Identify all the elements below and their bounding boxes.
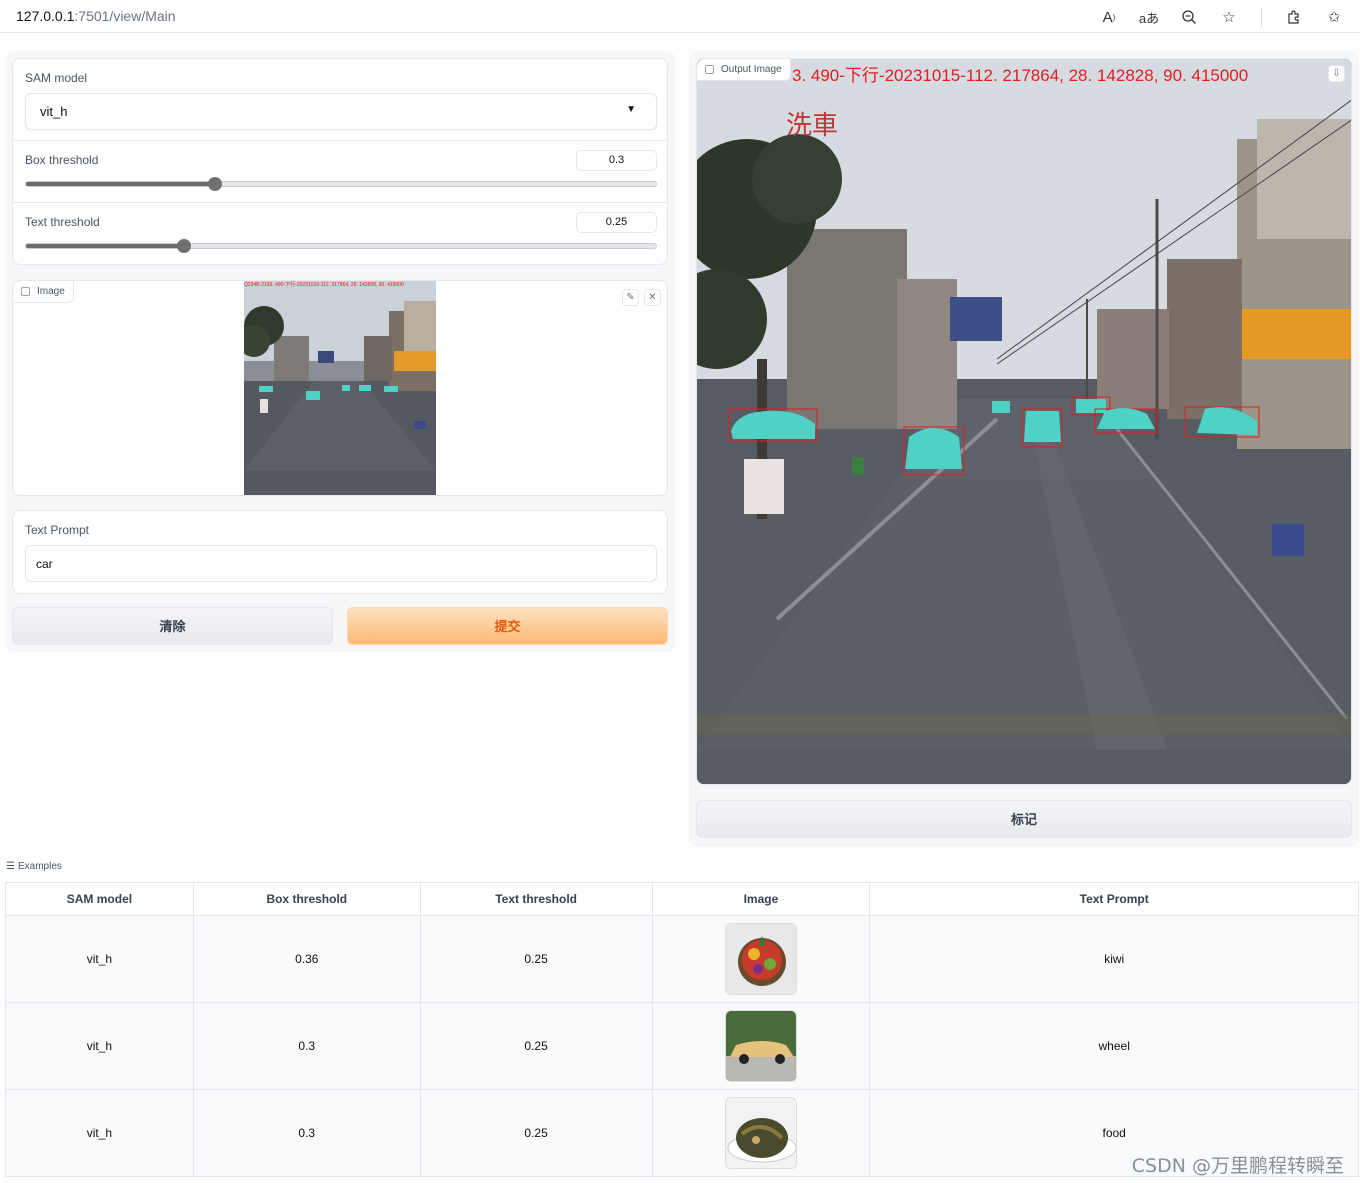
text-threshold-input[interactable]: 0.25 (576, 212, 657, 233)
favorites-icon[interactable]: ✩ (1322, 6, 1346, 28)
output-image-caption: 3. 490-下行-20231015-112. 217864, 28. 1428… (792, 66, 1249, 85)
fruit-plate-thumbnail (724, 923, 797, 995)
sam-model-dropdown[interactable]: vit_h ▼ (25, 93, 657, 130)
box-threshold-handle[interactable] (208, 177, 222, 191)
examples-title: Examples (17, 861, 62, 872)
food-plate-thumbnail (724, 1097, 797, 1169)
address-bar[interactable]: 127.0.0.1:7501/view/Main (16, 8, 176, 24)
toolbar-divider (1261, 7, 1262, 27)
cell-image (651, 1089, 871, 1177)
output-image (697, 59, 1351, 784)
cell-text: 0.25 (419, 1002, 653, 1090)
examples-table: SAM model Box threshold Text threshold I… (5, 882, 1359, 1177)
image-upload-block: Image ✎ ✕ Q234B-2193. 490-下行-20231015-11… (12, 280, 668, 496)
cell-box: 0.36 (192, 915, 421, 1003)
cell-model: vit_h (5, 1089, 194, 1177)
zoom-icon[interactable] (1177, 6, 1201, 28)
model-settings-block: SAM model vit_h ▼ Box threshold 0.3 Text… (12, 58, 668, 265)
cell-prompt: wheel (869, 1002, 1359, 1090)
text-threshold-row: Text threshold 0.25 (13, 202, 667, 264)
edit-icon[interactable]: ✎ (622, 289, 639, 306)
extensions-icon[interactable] (1282, 6, 1306, 28)
close-icon[interactable]: ✕ (644, 289, 661, 306)
box-threshold-label: Box threshold (25, 153, 99, 167)
text-prompt-input[interactable]: car (25, 545, 657, 582)
column-header: Text threshold (419, 882, 653, 916)
text-threshold-handle[interactable] (176, 239, 191, 253)
output-image-frame: 洗車 Output Image 3. 490-下行-20231015-112. … (696, 58, 1352, 785)
read-aloud-icon[interactable]: A) (1097, 6, 1121, 28)
text-threshold-fill (26, 244, 184, 248)
image-icon (21, 287, 30, 296)
list-icon: ☰ (6, 861, 15, 872)
output-image-label-chip: Output Image (697, 59, 791, 81)
translate-icon[interactable]: aあ (1137, 6, 1161, 28)
box-threshold-slider[interactable] (25, 177, 657, 191)
text-threshold-label: Text threshold (25, 215, 100, 229)
output-panel: 洗車 Output Image 3. 490-下行-20231015-112. … (689, 51, 1359, 847)
box-threshold-input[interactable]: 0.3 (576, 150, 657, 171)
browser-toolbar: 127.0.0.1:7501/view/Main A) aあ ☆ ✩ (0, 0, 1360, 33)
cell-model: vit_h (5, 1002, 194, 1090)
cell-text: 0.25 (419, 1089, 653, 1177)
table-row[interactable]: vit_h 0.3 0.25 wheel (5, 1002, 1359, 1090)
watermark-text: CSDN @万里鹏程转瞬至 (1131, 1155, 1344, 1177)
column-header: SAM model (5, 882, 194, 916)
cell-model: vit_h (5, 915, 194, 1003)
table-row[interactable]: vit_h 0.36 0.25 kiwi (5, 915, 1359, 1003)
cell-text: 0.25 (419, 915, 653, 1003)
image-label: Image (37, 286, 65, 297)
favorite-star-icon[interactable]: ☆ (1217, 6, 1241, 28)
chevron-down-icon: ▼ (626, 104, 636, 115)
examples-header-row: SAM model Box threshold Text threshold I… (5, 882, 1359, 916)
input-image[interactable]: Q234B-2193. 490-下行-20231015-112. 217864,… (244, 281, 436, 495)
image-icon (705, 65, 714, 74)
mark-button[interactable]: 标记 (696, 800, 1352, 838)
cell-box: 0.3 (192, 1089, 421, 1177)
cell-box: 0.3 (192, 1002, 421, 1090)
cell-image (651, 1002, 871, 1090)
cell-prompt: kiwi (869, 915, 1359, 1003)
input-image-caption: Q234B-2193. 490-下行-20231015-112. 217864,… (244, 282, 404, 288)
submit-button[interactable]: 提交 (347, 607, 668, 645)
input-panel: SAM model vit_h ▼ Box threshold 0.3 Text… (6, 51, 675, 652)
column-header: Image (651, 882, 871, 916)
output-image-label: Output Image (721, 64, 782, 75)
text-prompt-label: Text Prompt (25, 523, 90, 537)
image-label-chip: Image (13, 281, 74, 303)
column-header: Text Prompt (869, 882, 1359, 916)
clear-button[interactable]: 清除 (12, 607, 333, 645)
cell-image (651, 915, 871, 1003)
text-threshold-slider[interactable] (25, 239, 657, 253)
vintage-car-thumbnail (724, 1010, 797, 1082)
sam-model-label: SAM model (25, 71, 88, 85)
download-icon[interactable]: ⇩ (1328, 65, 1345, 82)
column-header: Box threshold (192, 882, 421, 916)
text-prompt-block: Text Prompt car (12, 510, 668, 594)
sam-model-value: vit_h (40, 104, 68, 119)
box-threshold-fill (26, 182, 215, 186)
box-threshold-row: Box threshold 0.3 (13, 140, 667, 202)
roadside-sign-text: 洗車 (785, 111, 838, 141)
examples-header: ☰ Examples (6, 861, 62, 872)
